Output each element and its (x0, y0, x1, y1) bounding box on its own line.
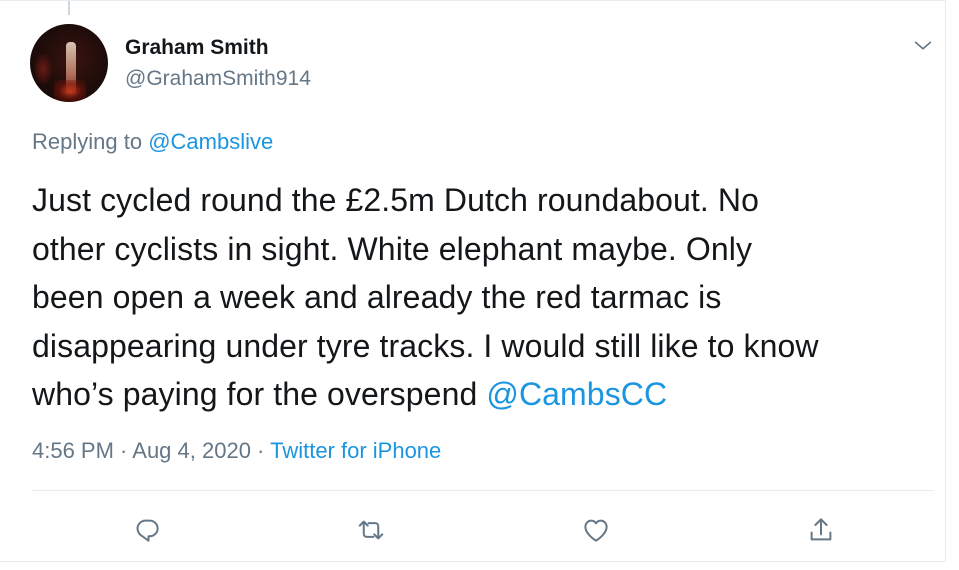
divider (32, 490, 934, 491)
author-display-name[interactable]: Graham Smith (125, 36, 269, 60)
reply-icon (136, 519, 159, 542)
like-button[interactable] (579, 513, 613, 547)
tweet-timestamp[interactable]: 4:56 PM · Aug 4, 2020 · (32, 438, 264, 463)
tweet-source[interactable]: Twitter for iPhone (270, 438, 441, 463)
tweet-meta: 4:56 PM · Aug 4, 2020 · Twitter for iPho… (32, 438, 441, 464)
tweet-mention-link[interactable]: @CambsCC (486, 376, 667, 412)
retweet-button[interactable] (354, 513, 388, 547)
replying-to: Replying to @Cambslive (32, 129, 273, 155)
tweet-text-line: who’s paying for the overspend @CambsCC (32, 370, 942, 419)
retweet-icon (358, 520, 384, 540)
share-icon (810, 518, 832, 541)
chevron-down-icon[interactable] (912, 35, 934, 57)
tweet-text-line: other cyclists in sight. White elephant … (32, 230, 753, 267)
tweet-text-line: been open a week and already the red tar… (32, 279, 722, 315)
tweet-text-last: who’s paying for the overspend (32, 376, 478, 412)
heart-icon (584, 519, 608, 542)
author-handle[interactable]: @GrahamSmith914 (125, 67, 311, 91)
replying-to-mention[interactable]: @Cambslive (148, 129, 273, 154)
thread-line (68, 1, 70, 15)
reply-button[interactable] (130, 513, 164, 547)
share-button[interactable] (804, 513, 838, 547)
replying-to-prefix: Replying to (32, 129, 143, 154)
tweet-text: Just cycled round the £2.5m Dutch rounda… (32, 176, 942, 419)
tweet-text-line: disappearing under tyre tracks. I would … (32, 327, 819, 364)
tweet-text-line: Just cycled round the £2.5m Dutch rounda… (32, 182, 760, 218)
tweet-card: Graham Smith @GrahamSmith914 Replying to… (0, 0, 946, 562)
avatar[interactable] (30, 24, 108, 102)
